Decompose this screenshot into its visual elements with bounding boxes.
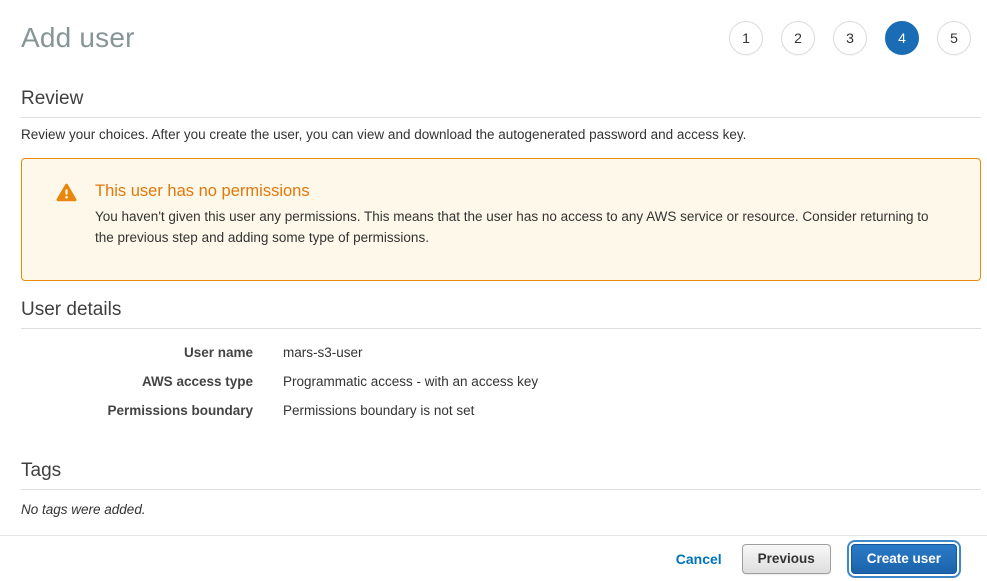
section-divider — [21, 328, 981, 329]
previous-button[interactable]: Previous — [742, 544, 831, 574]
page-title: Add user — [21, 22, 135, 54]
warning-body: You haven't given this user any permissi… — [95, 206, 944, 248]
step-circle: 5 — [937, 21, 971, 55]
detail-label: User name — [21, 345, 253, 360]
warning-triangle-icon — [56, 183, 77, 207]
no-permissions-warning: This user has no permissions You haven't… — [21, 158, 981, 281]
detail-value: Programmatic access - with an access key — [283, 374, 981, 389]
detail-label: AWS access type — [21, 374, 253, 389]
section-divider — [21, 117, 981, 118]
user-detail-row: AWS access type Programmatic access - wi… — [21, 374, 981, 389]
step-number: 3 — [846, 30, 854, 46]
user-details-table: User name mars-s3-user AWS access type P… — [21, 345, 981, 418]
user-detail-row: Permissions boundary Permissions boundar… — [21, 403, 981, 418]
review-section-heading: Review — [21, 88, 981, 110]
wizard-content: Review Review your choices. After you cr… — [0, 88, 987, 517]
step-number: 4 — [898, 30, 906, 46]
add-user-wizard: Add user 1 2 3 4 5 Review Review your ch… — [0, 0, 987, 581]
step-circle: 4 — [885, 21, 919, 55]
step-circle: 3 — [833, 21, 867, 55]
cancel-link[interactable]: Cancel — [676, 551, 722, 567]
warning-title: This user has no permissions — [95, 182, 944, 201]
tags-section-heading: Tags — [21, 460, 981, 482]
detail-value: mars-s3-user — [283, 345, 981, 360]
section-divider — [21, 489, 981, 490]
step-number: 5 — [950, 30, 958, 46]
step-indicator: 1 2 3 4 5 — [729, 21, 971, 55]
detail-label: Permissions boundary — [21, 403, 253, 418]
tags-empty-message: No tags were added. — [21, 502, 981, 517]
user-detail-row: User name mars-s3-user — [21, 345, 981, 360]
wizard-footer: Cancel Previous Create user — [0, 535, 987, 581]
review-description: Review your choices. After you create th… — [21, 127, 981, 142]
user-details-section-heading: User details — [21, 299, 981, 321]
warning-text-block: This user has no permissions You haven't… — [95, 182, 944, 248]
step-circle: 2 — [781, 21, 815, 55]
wizard-header: Add user 1 2 3 4 5 — [0, 0, 987, 74]
detail-value: Permissions boundary is not set — [283, 403, 981, 418]
step-number: 1 — [742, 30, 750, 46]
step-number: 2 — [794, 30, 802, 46]
step-circle: 1 — [729, 21, 763, 55]
create-user-button[interactable]: Create user — [851, 544, 957, 574]
